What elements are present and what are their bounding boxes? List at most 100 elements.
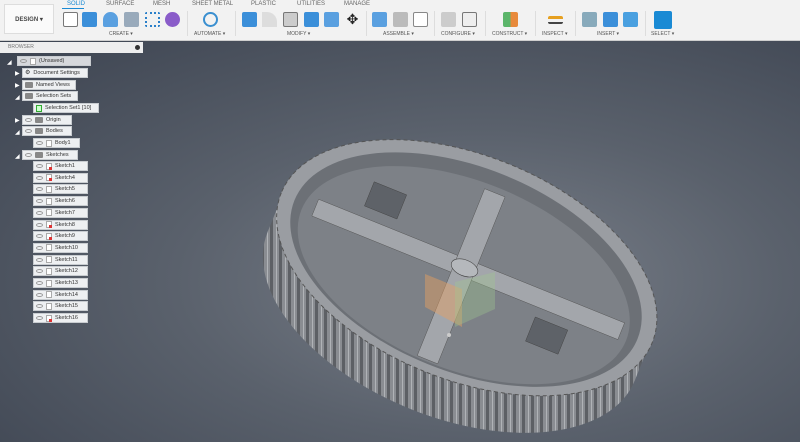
visibility-icon[interactable] — [36, 199, 43, 204]
parameters-icon[interactable] — [441, 12, 456, 27]
pin-icon[interactable] — [135, 45, 140, 50]
tree-item-sketch[interactable]: Sketch14 — [33, 289, 88, 300]
configure-menu[interactable]: CONFIGURE ▾ — [441, 31, 475, 37]
visibility-icon[interactable] — [36, 210, 43, 215]
insert-mesh-icon[interactable] — [603, 12, 618, 27]
collapse-icon[interactable]: ◢ — [7, 59, 12, 66]
tree-item-sketch[interactable]: Sketch16 — [33, 313, 88, 324]
tab-solid[interactable]: SOLID — [67, 1, 85, 7]
item-label: Origin — [46, 117, 61, 123]
joint-icon[interactable] — [393, 12, 408, 27]
tree-item-sketch[interactable]: Sketch8 — [33, 219, 88, 230]
tree-item-sketch[interactable]: Sketch1 — [33, 161, 88, 171]
move-icon[interactable]: ✥ — [345, 12, 360, 27]
fillet-icon[interactable] — [262, 12, 277, 27]
tree-item-sketch[interactable]: Sketch6 — [33, 196, 88, 207]
visibility-icon[interactable] — [25, 118, 32, 122]
form-icon[interactable] — [165, 12, 180, 27]
tree-item-sketch[interactable]: Sketch13 — [33, 278, 88, 288]
automate-icon[interactable] — [203, 12, 218, 27]
visibility-icon[interactable] — [36, 316, 43, 321]
tree-item-sketches[interactable]: Sketches — [22, 150, 78, 160]
tree-item-sketch[interactable]: Sketch10 — [33, 242, 88, 253]
expand-icon[interactable]: ▶ — [15, 117, 20, 124]
visibility-icon[interactable] — [36, 304, 43, 309]
canvas-icon[interactable] — [623, 12, 638, 27]
tree-root[interactable]: (Unsaved) — [17, 56, 91, 66]
insert-menu[interactable]: INSERT ▾ — [597, 31, 619, 37]
new-component-icon[interactable] — [372, 12, 387, 27]
collapse-icon[interactable]: ◢ — [15, 129, 20, 136]
item-label: Document Settings — [33, 70, 80, 76]
combine-icon[interactable] — [304, 12, 319, 27]
tree-item-named-views[interactable]: Named Views — [22, 80, 76, 90]
visibility-icon[interactable] — [25, 129, 32, 133]
visibility-icon[interactable] — [36, 281, 43, 285]
origin-point — [447, 333, 451, 337]
item-label: Sketch10 — [55, 244, 78, 251]
inspect-menu[interactable]: INSPECT ▾ — [542, 31, 567, 37]
visibility-icon[interactable] — [36, 164, 43, 168]
insert-derive-icon[interactable] — [582, 12, 597, 27]
tab-surface[interactable]: SURFACE — [106, 1, 134, 7]
visibility-icon[interactable] — [36, 234, 43, 239]
offset-face-icon[interactable] — [324, 12, 339, 27]
visibility-icon[interactable] — [36, 175, 43, 180]
folder-icon — [35, 152, 43, 158]
extrude-icon[interactable] — [82, 12, 97, 27]
tree-item-origin[interactable]: Origin — [22, 115, 72, 125]
workspace-dropdown[interactable]: DESIGN ▾ — [4, 4, 54, 34]
expand-icon[interactable]: ▶ — [15, 82, 20, 89]
bom-icon[interactable] — [413, 12, 428, 27]
tab-manage[interactable]: MANAGE — [344, 1, 370, 7]
tab-plastic[interactable]: PLASTIC — [251, 1, 276, 7]
tree-item-sketch[interactable]: Sketch9 — [33, 231, 88, 242]
tree-item-bodies[interactable]: Bodies — [22, 126, 72, 136]
tree-item-body1[interactable]: Body1 — [33, 138, 80, 148]
visibility-icon[interactable] — [36, 187, 43, 192]
tree-item-selection-set1[interactable]: Selection Set1 [10] — [33, 103, 99, 113]
assemble-menu[interactable]: ASSEMBLE ▾ — [383, 31, 414, 37]
shell-icon[interactable] — [283, 12, 298, 27]
select-icon[interactable] — [654, 11, 672, 29]
plane-icon[interactable] — [503, 12, 518, 27]
hole-icon[interactable] — [124, 12, 139, 27]
collapse-icon[interactable]: ◢ — [15, 94, 20, 101]
tab-utilities[interactable]: UTILITIES — [297, 1, 325, 7]
measure-icon[interactable] — [548, 16, 563, 24]
visibility-icon[interactable] — [36, 257, 43, 262]
modify-menu[interactable]: MODIFY ▾ — [287, 31, 310, 37]
tree-item-sketch[interactable]: Sketch7 — [33, 207, 88, 218]
visibility-icon[interactable] — [36, 222, 43, 227]
item-label: Sketch11 — [55, 256, 78, 263]
revolve-icon[interactable] — [103, 12, 118, 27]
expand-icon[interactable]: ▶ — [15, 70, 20, 77]
create-sketch-icon[interactable] — [63, 12, 78, 27]
tree-item-sketch[interactable]: Sketch4 — [33, 172, 88, 183]
tab-sheet-metal[interactable]: SHEET METAL — [192, 1, 233, 7]
tree-item-sketch[interactable]: Sketch15 — [33, 301, 88, 312]
folder-icon — [35, 128, 43, 134]
visibility-icon[interactable] — [36, 141, 43, 145]
browser-header[interactable]: BROWSER — [0, 42, 143, 53]
tree-item-document-settings[interactable]: ⚙ Document Settings — [22, 68, 88, 78]
configure-table-icon[interactable] — [462, 12, 477, 27]
visibility-icon[interactable] — [36, 269, 43, 274]
collapse-icon[interactable]: ◢ — [15, 153, 20, 160]
3d-viewport[interactable] — [0, 41, 800, 442]
construct-menu[interactable]: CONSTRUCT ▾ — [492, 31, 527, 37]
visibility-icon[interactable] — [36, 245, 43, 250]
visibility-icon[interactable] — [20, 59, 27, 63]
tab-mesh[interactable]: MESH — [153, 1, 170, 7]
press-pull-icon[interactable] — [242, 12, 257, 27]
pattern-icon[interactable] — [145, 12, 160, 27]
visibility-icon[interactable] — [36, 292, 43, 297]
tree-item-sketch[interactable]: Sketch11 — [33, 254, 88, 265]
visibility-icon[interactable] — [25, 153, 32, 157]
tree-item-sketch[interactable]: Sketch5 — [33, 184, 88, 195]
tree-item-selection-sets[interactable]: Selection Sets — [22, 91, 78, 101]
tree-item-sketch[interactable]: Sketch12 — [33, 266, 88, 277]
select-menu[interactable]: SELECT ▾ — [651, 31, 674, 37]
automate-menu[interactable]: AUTOMATE ▾ — [194, 31, 225, 37]
create-menu[interactable]: CREATE ▾ — [109, 31, 133, 37]
